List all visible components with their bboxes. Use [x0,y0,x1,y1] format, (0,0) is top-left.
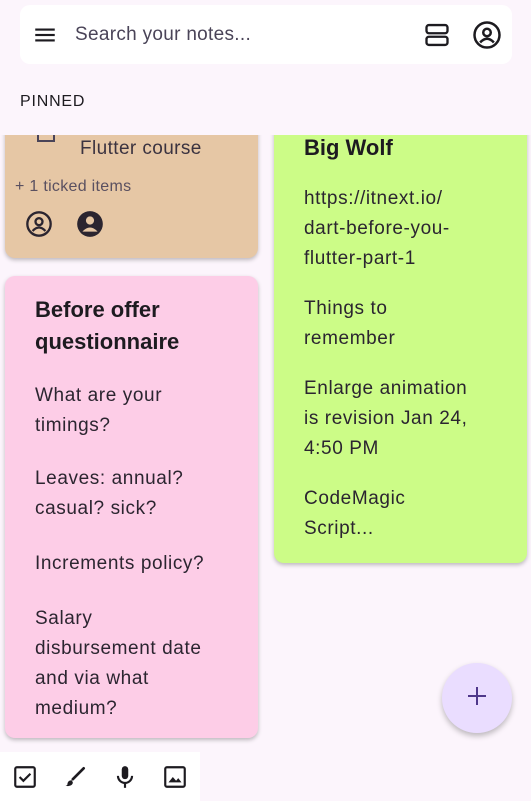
account-outline-icon [25,210,53,238]
add-note-button[interactable] [442,663,512,733]
brush-icon[interactable] [62,764,88,790]
view-agenda-icon[interactable] [422,20,452,50]
add-icon [465,684,489,713]
text-line: 4:50 PM [304,438,379,459]
note-paragraph: Leaves: annual? casual? sick? [35,464,240,524]
note-title: Big Wolf [304,135,393,160]
text-line: CodeMagic [304,488,406,509]
text-line: remember [304,328,396,349]
menu-icon[interactable] [30,20,60,50]
note-paragraph: Enlarge animation is revision Jan 24, 4:… [304,374,514,464]
note-paragraph: CodeMagic Script... [304,484,514,544]
search-bar[interactable]: Search your notes... [20,5,512,64]
note-card-offer-questionnaire[interactable]: Before offer questionnaire What are your… [5,276,258,738]
checkbox-icon[interactable] [12,764,38,790]
note-title: Before offer questionnaire [35,294,240,358]
account-filled-icon [76,210,104,238]
text-line: Increments policy? [35,553,205,574]
text-line: Enlarge animation [304,378,468,399]
text-line: medium? [35,698,118,719]
text-line: What are your [35,385,163,406]
note-card-big-wolf[interactable]: Big Wolf https://itnext.io/ dart-before-… [274,80,527,563]
pinned-label: PINNED [20,93,86,110]
checklist-item-text: Flutter course [80,138,202,159]
collaborator-avatars [25,210,104,238]
image-icon[interactable] [162,764,188,790]
ticked-items-summary: + 1 ticked items [15,178,132,195]
text-line: Script... [304,518,374,539]
note-paragraph: Things to remember [304,294,514,354]
text-line: and via what [35,668,149,689]
pinned-section-header: PINNED [0,69,531,135]
note-paragraph: Increments policy? [35,549,240,579]
text-line: flutter-part-1 [304,248,416,269]
text-line: disbursement date [35,638,202,659]
text-line: is revision Jan 24, [304,408,468,429]
text-line: timings? [35,415,111,436]
text-line: https://itnext.io/ [304,188,443,209]
note-paragraph: https://itnext.io/ dart-before-you- flut… [304,184,514,274]
title-line: Before offer [35,297,160,322]
text-line: Salary [35,608,93,629]
bottom-toolbar [0,752,200,801]
note-paragraph: What are your timings? [35,381,240,441]
account-circle-icon[interactable] [472,20,502,50]
note-paragraph: Salary disbursement date and via what me… [35,604,240,724]
mic-icon[interactable] [112,764,138,790]
text-line: Things to [304,298,388,319]
title-line: questionnaire [35,329,180,354]
text-line: Leaves: annual? [35,468,184,489]
text-line: dart-before-you- [304,218,450,239]
search-input[interactable]: Search your notes... [75,24,422,46]
text-line: casual? sick? [35,498,157,519]
